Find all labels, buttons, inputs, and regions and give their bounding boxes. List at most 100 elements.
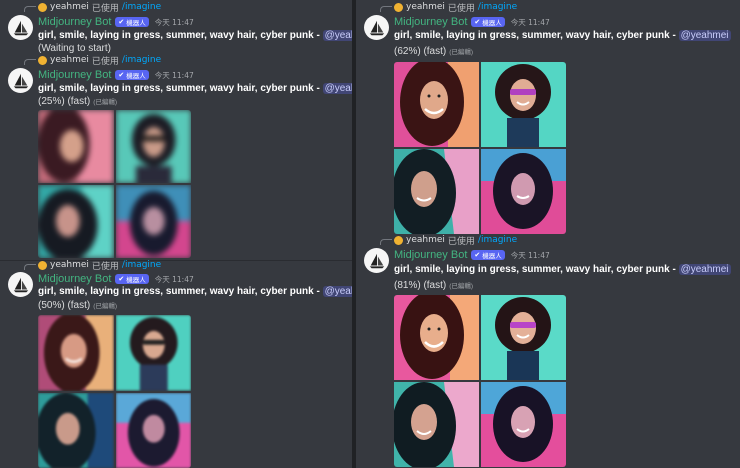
user-mention[interactable]: @yeahmei [678,30,731,41]
reply-command[interactable]: /imagine [122,260,161,270]
grid-image-4[interactable] [115,392,191,468]
reply-username[interactable]: yeahmei [50,55,89,65]
job-status-text: (62%) (fast) [394,46,447,57]
user-mini-avatar [38,260,47,270]
grid-image-2[interactable] [481,62,566,147]
timestamp: 今天 11:47 [154,17,194,27]
sailboat-icon [369,253,384,268]
bot-name[interactable]: Midjourney Bot [394,16,467,28]
grid-image-2[interactable] [115,110,191,183]
grid-image-3[interactable] [394,149,479,234]
message-waiting: yeahmei 已使用 /imagine Midjourney Bot ✔ 機器人… [0,0,352,58]
grid-image-2[interactable] [481,295,566,380]
job-status-text: (81%) (fast) [394,280,447,291]
reply-username[interactable]: yeahmei [50,2,89,12]
user-mention[interactable]: @yeahmei [322,286,352,297]
bot-badge: ✔ 機器人 [115,17,149,27]
bot-badge: ✔ 機器人 [115,274,149,284]
bot-name[interactable]: Midjourney Bot [38,69,111,81]
message-header: Midjourney Bot ✔ 機器人 今天 11:47 [38,68,194,82]
grid-image-1[interactable] [38,110,114,183]
reply-reference[interactable]: yeahmei 已使用 /imagine [38,1,161,14]
grid-image-1[interactable] [394,295,479,380]
user-mention[interactable]: @yeahmei [322,83,352,94]
sailboat-icon [13,277,28,292]
reply-connector [380,239,392,245]
timestamp: 今天 11:47 [154,274,194,284]
prompt-text: girl, smile, laying in gress, summer, wa… [38,286,352,297]
reply-reference[interactable]: yeahmei 已使用 /imagine [394,234,517,247]
timestamp: 今天 11:47 [510,17,550,27]
user-mini-avatar [394,2,403,12]
check-icon: ✔ [118,18,125,26]
message-62: yeahmei 已使用 /imagine Midjourney Bot ✔ 機器人… [356,0,740,235]
prompt-text: girl, smile, laying in gress, summer, wa… [38,83,352,94]
reply-connector [24,264,36,270]
bot-avatar[interactable] [8,272,33,297]
bot-avatar[interactable] [8,15,33,40]
grid-image-3[interactable] [394,382,479,467]
prompt-body: girl, smile, laying in gress, summer, wa… [38,286,323,297]
bot-badge: ✔ 機器人 [471,17,505,27]
reply-username[interactable]: yeahmei [406,235,445,245]
edited-label: (已編輯) [93,99,118,106]
reply-command[interactable]: /imagine [122,2,161,12]
reply-command[interactable]: /imagine [478,235,517,245]
bot-badge: ✔ 機器人 [471,250,505,260]
job-status: (81%) (fast) (已編輯) [394,280,473,291]
job-status: (50%) (fast) (已編輯) [38,300,117,311]
grid-image-3[interactable] [38,392,114,468]
grid-image-2[interactable] [115,315,191,391]
grid-image-4[interactable] [481,149,566,234]
bot-avatar[interactable] [364,15,389,40]
reply-command[interactable]: /imagine [478,2,517,12]
grid-image-4[interactable] [115,185,191,258]
bot-avatar[interactable] [364,248,389,273]
user-mini-avatar [394,235,403,245]
bot-name[interactable]: Midjourney Bot [38,16,111,28]
user-mention[interactable]: @yeahmei [322,30,352,41]
check-icon: ✔ [474,251,481,259]
grid-image-4[interactable] [481,382,566,467]
edited-label: (已編輯) [449,283,474,290]
bot-badge-label: 機器人 [482,252,502,260]
message-81: yeahmei 已使用 /imagine Midjourney Bot ✔ 機器人… [356,233,740,468]
user-mention[interactable]: @yeahmei [678,264,731,275]
reply-used-label: 已使用 [91,56,119,67]
grid-image-1[interactable] [394,62,479,147]
reply-connector [24,59,36,65]
check-icon: ✔ [474,18,481,26]
reply-reference[interactable]: yeahmei 已使用 /imagine [38,54,161,67]
prompt-body: girl, smile, laying in gress, summer, wa… [38,83,323,94]
bot-avatar[interactable] [8,68,33,93]
reply-command[interactable]: /imagine [122,55,161,65]
message-50: yeahmei 已使用 /imagine Midjourney Bot ✔ 機器人… [0,258,352,468]
image-grid[interactable] [38,315,191,468]
image-grid[interactable] [38,110,191,258]
reply-used-label: 已使用 [91,261,119,272]
prompt-text: girl, smile, laying in gress, summer, wa… [394,30,731,41]
bot-badge: ✔ 機器人 [115,70,149,80]
message-header: Midjourney Bot ✔ 機器人 今天 11:47 [394,15,550,29]
bot-name[interactable]: Midjourney Bot [394,249,467,261]
reply-reference[interactable]: yeahmei 已使用 /imagine [38,259,161,272]
image-grid[interactable] [394,62,566,234]
sailboat-icon [369,20,384,35]
prompt-text: girl, smile, laying in gress, summer, wa… [38,30,352,41]
reply-username[interactable]: yeahmei [50,260,89,270]
bot-badge-label: 機器人 [482,19,502,27]
sailboat-icon [13,20,28,35]
timestamp: 今天 11:47 [510,250,550,260]
reply-username[interactable]: yeahmei [406,2,445,12]
user-mini-avatar [38,55,47,65]
edited-label: (已編輯) [93,303,118,310]
grid-image-3[interactable] [38,185,114,258]
job-status-text: (25%) (fast) [38,96,91,107]
bot-name[interactable]: Midjourney Bot [38,273,111,285]
reply-used-label: 已使用 [447,3,475,14]
reply-reference[interactable]: yeahmei 已使用 /imagine [394,1,517,14]
grid-image-1[interactable] [38,315,114,391]
image-grid[interactable] [394,295,566,467]
sailboat-icon [13,73,28,88]
message-header: Midjourney Bot ✔ 機器人 今天 11:47 [394,248,550,262]
